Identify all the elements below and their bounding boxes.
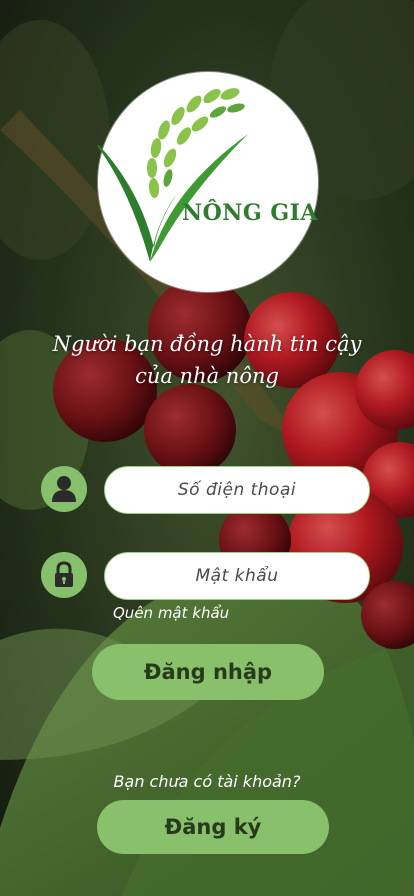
brand-name: NÔNG GIA	[182, 200, 318, 226]
tagline-line-1: Người bạn đồng hành tin cậy	[52, 332, 362, 356]
tagline-line-2: của nhà nông	[135, 364, 279, 388]
user-icon	[41, 466, 87, 512]
no-account-prompt: Bạn chưa có tài khoản?	[113, 772, 301, 791]
phone-input[interactable]: Số điện thoại	[104, 466, 370, 514]
register-button[interactable]: Đăng ký	[97, 800, 329, 854]
login-button[interactable]: Đăng nhập	[92, 644, 324, 700]
brand-logo: NÔNG GIA	[98, 72, 318, 292]
forgot-password-link[interactable]: Quên mật khẩu	[113, 604, 229, 622]
rice-stalk-logo-icon	[98, 88, 248, 262]
tagline: Người bạn đồng hành tin cậy của nhà nông	[0, 328, 414, 392]
password-placeholder: Mật khẩu	[195, 566, 279, 586]
phone-placeholder: Số điện thoại	[177, 480, 297, 500]
password-input[interactable]: Mật khẩu	[104, 552, 370, 600]
lock-icon	[41, 552, 87, 598]
